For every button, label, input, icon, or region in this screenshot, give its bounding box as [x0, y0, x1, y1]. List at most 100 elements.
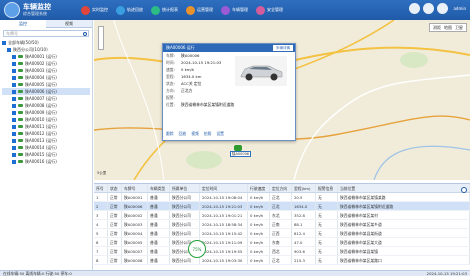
table-cell: 陕A00005 — [122, 238, 148, 246]
tree-node[interactable]: 陕A00005 (运行) — [2, 81, 90, 88]
tree-node[interactable]: 陕A00015 (运行) — [2, 151, 90, 158]
node-checkbox[interactable] — [12, 159, 16, 164]
car-icon — [18, 118, 23, 121]
tree-node[interactable]: 陕西分公司(10/10) — [2, 46, 90, 53]
table-cell: 陕A00002 — [122, 211, 148, 219]
field-value: 2024-10-15 19:21:03 — [181, 60, 222, 65]
tree-node[interactable]: 陕A00010 (运行) — [2, 116, 90, 123]
nav-item-2[interactable]: 统计报表 — [148, 3, 181, 17]
node-checkbox[interactable] — [12, 117, 16, 122]
table-row[interactable]: 2 正常 陕A00006 普通 陕西分公司 2024-10-15 19:21:03 0 km… — [94, 202, 470, 211]
table-row[interactable]: 7 正常 陕A00007 普通 陕西分公司 2024-10-15 19:19:55 0 km… — [94, 247, 470, 256]
column-header[interactable]: 序号 — [94, 184, 108, 192]
node-checkbox[interactable] — [12, 54, 16, 59]
tree-node[interactable]: 陕A00016 (运行) — [2, 158, 90, 165]
tree-node[interactable]: 陕A00011 (运行) — [2, 123, 90, 130]
node-checkbox[interactable] — [12, 110, 16, 115]
user-name[interactable]: admin — [453, 6, 466, 11]
refresh-icon[interactable] — [461, 187, 467, 193]
node-checkbox[interactable] — [2, 40, 6, 45]
node-label: 陕A00003 (运行) — [25, 68, 57, 73]
nav-item-4[interactable]: 车辆管理 — [218, 3, 251, 17]
tool-satellite[interactable]: 卫星 — [455, 24, 463, 31]
tree-node[interactable]: 全部车辆(50/50) — [2, 39, 90, 46]
tree-node[interactable]: 陕A00001 (运行) — [2, 53, 90, 60]
node-checkbox[interactable] — [12, 138, 16, 143]
tree-node[interactable]: 陕A00002 (运行) — [2, 60, 90, 67]
column-header[interactable]: 当前位置 — [338, 184, 470, 192]
tree-node[interactable]: 陕A00013 (运行) — [2, 137, 90, 144]
table-cell: 普通 — [148, 238, 170, 246]
tree-node[interactable]: 陕A00006 (运行) — [2, 88, 90, 95]
node-checkbox[interactable] — [12, 124, 16, 129]
column-header[interactable]: 行驶速度 — [248, 184, 270, 192]
column-header[interactable]: 车牌号 — [122, 184, 148, 192]
table-cell: 陕A00008 — [122, 256, 148, 264]
tree-node[interactable]: 陕A00007 (运行) — [2, 95, 90, 102]
nav-item-1[interactable]: 轨迹回放 — [113, 3, 146, 17]
popup-action[interactable]: 跟踪 — [166, 131, 174, 137]
tree-node[interactable]: 陕A00012 (运行) — [2, 130, 90, 137]
table-cell: 普通 — [148, 220, 170, 228]
popup-action[interactable]: 设置 — [216, 131, 224, 137]
search-input[interactable]: 车牌号 — [3, 30, 89, 37]
vehicle-detail-button[interactable]: 车辆详情 — [273, 45, 293, 51]
node-checkbox[interactable] — [12, 61, 16, 66]
popup-action[interactable]: 视频 — [191, 131, 199, 137]
nav-label: 运营管理 — [197, 7, 213, 12]
field-value: 陕西省榆林市某区某镇附近道路 — [181, 102, 235, 107]
column-header[interactable]: 所属单位 — [170, 184, 200, 192]
table-cell: 陕西分公司 — [170, 193, 200, 201]
table-row[interactable]: 6 正常 陕A00005 普通 陕西分公司 2024-10-15 19:11:09 0 km… — [94, 238, 470, 247]
car-icon — [18, 160, 23, 163]
table-row[interactable]: 5 正常 陕A00004 普通 陕西分公司 2024-10-15 19:15:42 0 km… — [94, 229, 470, 238]
column-header[interactable]: 状态 — [108, 184, 122, 192]
table-row[interactable]: 1 正常 陕A00001 普通 陕西分公司 2024-10-15 19:08:04 0 km… — [94, 193, 470, 202]
tree-node[interactable]: 陕A00004 (运行) — [2, 74, 90, 81]
nav-item-3[interactable]: 运营管理 — [183, 3, 216, 17]
nav-item-0[interactable]: 实时监控 — [78, 3, 111, 17]
tree-node[interactable]: 陕A00003 (运行) — [2, 67, 90, 74]
table-cell: 6 — [94, 238, 108, 246]
node-checkbox[interactable] — [12, 68, 16, 73]
node-checkbox[interactable] — [7, 47, 11, 52]
vehicle-info-popup: 陕A00006 运行 车辆详情 车牌: 陕A00006 时间: 2024-10-15 … — [162, 43, 296, 141]
column-header[interactable]: 定位方向 — [270, 184, 292, 192]
tree-node[interactable]: 陕A00014 (运行) — [2, 144, 90, 151]
node-checkbox[interactable] — [12, 152, 16, 157]
node-checkbox[interactable] — [12, 96, 16, 101]
node-checkbox[interactable] — [12, 131, 16, 136]
tool-measure[interactable]: 测距 — [433, 24, 441, 31]
column-header[interactable]: 报警信息 — [316, 184, 338, 192]
popup-action[interactable]: 回放 — [179, 131, 187, 137]
node-checkbox[interactable] — [12, 145, 16, 150]
table-row[interactable]: 4 正常 陕A00003 普通 陕西分公司 2024-10-15 18:58:34 0 km… — [94, 220, 470, 229]
vehicle-sidebar: 监控 视频 车牌号 全部车辆(50/50) 陕西分公司(10/10) 陕A00001… — [0, 20, 93, 270]
table-row[interactable]: 8 正常 陕A00008 普通 陕西分公司 2024-10-15 19:03:30 0 km… — [94, 256, 470, 265]
field-value: 正北方 — [181, 88, 193, 93]
tree-node[interactable]: 陕A00008 (运行) — [2, 102, 90, 109]
tab-monitor[interactable]: 监控 — [0, 20, 46, 28]
table-cell: 2024-10-15 19:19:55 — [200, 247, 248, 255]
node-checkbox[interactable] — [12, 89, 16, 94]
column-header[interactable]: 车辆类型 — [148, 184, 170, 192]
tool-map[interactable]: 地图 — [444, 24, 452, 31]
search-icon[interactable] — [83, 32, 87, 36]
node-checkbox[interactable] — [12, 82, 16, 87]
node-checkbox[interactable] — [12, 75, 16, 80]
message-icon[interactable] — [409, 3, 421, 14]
node-checkbox[interactable] — [12, 103, 16, 108]
popup-action[interactable]: 拍照 — [204, 131, 212, 137]
map-view[interactable]: 测距 地图 卫星 陕A00006 运行 车辆详情 车牌: 陕A00006 时间: 20… — [94, 20, 470, 180]
nav-item-5[interactable]: 安全管理 — [253, 3, 286, 17]
tab-video[interactable]: 视频 — [46, 20, 92, 28]
zoom-control[interactable] — [98, 26, 104, 50]
settings-icon[interactable] — [423, 3, 435, 14]
progress-badge[interactable]: 75% — [188, 240, 206, 258]
tree-node[interactable]: 陕A00009 (运行) — [2, 109, 90, 116]
field-value: 陕A00006 — [181, 53, 200, 58]
logout-icon[interactable] — [437, 3, 449, 14]
column-header[interactable]: 里程(km) — [292, 184, 316, 192]
column-header[interactable]: 定位时间 — [200, 184, 248, 192]
table-row[interactable]: 3 正常 陕A00002 普通 陕西分公司 2024-10-15 19:01:21 0 km… — [94, 211, 470, 220]
